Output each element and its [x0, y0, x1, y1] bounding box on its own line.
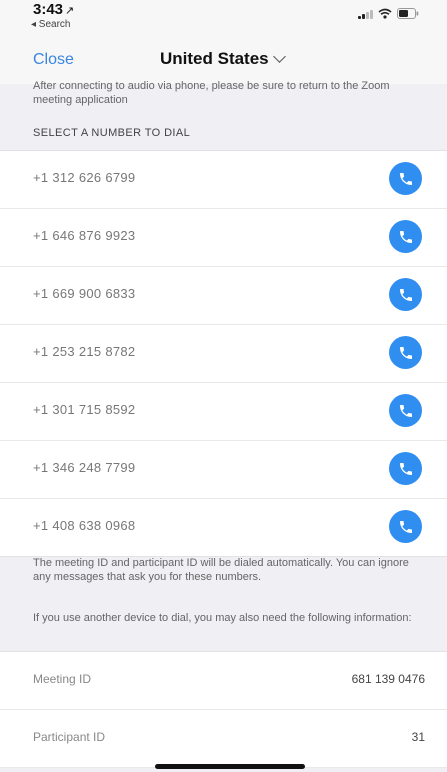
meeting-id-value: 681 139 0476: [351, 672, 425, 686]
home-indicator[interactable]: [155, 764, 305, 769]
status-icons: [358, 8, 419, 19]
wifi-icon: [378, 8, 392, 19]
call-button[interactable]: [389, 278, 422, 311]
call-button[interactable]: [389, 162, 422, 195]
phone-icon: [399, 288, 412, 301]
auto-dial-note: The meeting ID and participant ID will b…: [33, 557, 409, 583]
participant-id-value: 31: [411, 730, 425, 744]
signal-icon: [358, 9, 373, 19]
back-to-search-link[interactable]: ◂ Search: [31, 19, 70, 30]
dial-in-row[interactable]: +1 646 876 9923: [0, 209, 447, 267]
call-button[interactable]: [389, 336, 422, 369]
phone-number: +1 253 215 8782: [33, 344, 136, 359]
country-label: United States: [160, 49, 269, 68]
dial-in-row[interactable]: +1 408 638 0968: [0, 499, 447, 556]
clock-time: 3:43: [33, 1, 64, 18]
phone-number: +1 669 900 6833: [33, 286, 136, 301]
audio-instruction-note: After connecting to audio via phone, ple…: [33, 80, 390, 106]
meeting-id-row: Meeting ID 681 139 0476: [0, 652, 447, 710]
meeting-info-list: Meeting ID 681 139 0476 Participant ID 3…: [0, 651, 447, 768]
dial-in-row[interactable]: +1 253 215 8782: [0, 325, 447, 383]
phone-number: +1 301 715 8592: [33, 402, 136, 417]
clock: 3:43 ↗: [33, 1, 74, 18]
section-header: SELECT A NUMBER TO DIAL: [33, 127, 191, 139]
participant-id-row: Participant ID 31: [0, 710, 447, 768]
phone-icon: [399, 462, 412, 475]
phone-number: +1 408 638 0968: [33, 518, 136, 533]
phone-icon: [399, 520, 412, 533]
phone-icon: [399, 346, 412, 359]
call-button[interactable]: [389, 220, 422, 253]
meeting-id-label: Meeting ID: [33, 672, 92, 686]
dial-in-row[interactable]: +1 301 715 8592: [0, 383, 447, 441]
other-device-note: If you use another device to dial, you m…: [33, 612, 412, 624]
call-button[interactable]: [389, 510, 422, 543]
chevron-down-icon: [272, 50, 286, 63]
phone-number: +1 346 248 7799: [33, 460, 136, 475]
phone-icon: [399, 404, 412, 417]
call-button[interactable]: [389, 394, 422, 427]
phone-number: +1 312 626 6799: [33, 170, 136, 185]
dial-in-row[interactable]: +1 312 626 6799: [0, 151, 447, 209]
location-arrow-icon: ↗: [65, 5, 75, 17]
dial-in-number-list: +1 312 626 6799 +1 646 876 9923 +1 669 9…: [0, 150, 447, 557]
navigation-bar: Close United States: [0, 38, 447, 84]
close-button[interactable]: Close: [33, 51, 74, 69]
country-selector[interactable]: United States: [160, 49, 286, 69]
status-bar: 3:43 ↗ ◂ Search: [0, 0, 447, 38]
call-button[interactable]: [389, 452, 422, 485]
dial-in-row[interactable]: +1 346 248 7799: [0, 441, 447, 499]
battery-icon: [397, 8, 419, 19]
phone-icon: [399, 172, 412, 185]
phone-number: +1 646 876 9923: [33, 228, 136, 243]
participant-id-label: Participant ID: [33, 730, 106, 744]
phone-icon: [399, 230, 412, 243]
dial-in-row[interactable]: +1 669 900 6833: [0, 267, 447, 325]
